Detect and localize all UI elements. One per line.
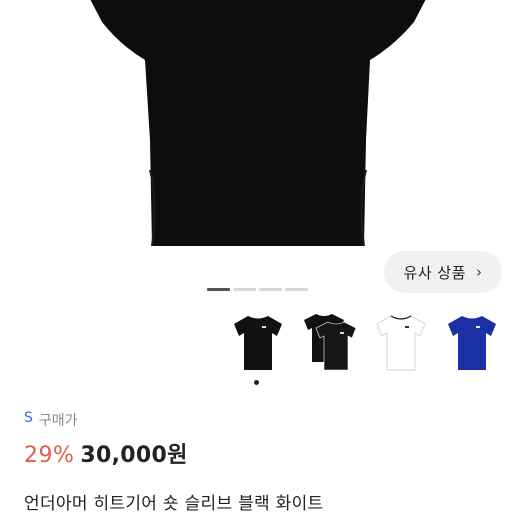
similar-products-button[interactable]: 유사 상품 ›: [384, 251, 502, 293]
purchase-price-label: 구매가: [38, 413, 78, 429]
gallery-indicator-1[interactable]: [207, 288, 230, 291]
product-title: 언더아머 히트기어 숏 슬리브 블랙 화이트: [24, 494, 324, 514]
thumbnail-black-shirt[interactable]: [230, 308, 286, 374]
chevron-right-icon: ›: [475, 263, 483, 281]
selected-thumbnail-dot: [254, 380, 259, 385]
gallery-indicator-2[interactable]: [233, 288, 256, 291]
price: 30,000원: [80, 443, 188, 468]
gallery-indicator-4[interactable]: [285, 288, 308, 291]
price-row: 29% 30,000원: [24, 437, 188, 469]
discount-rate: 29%: [24, 443, 75, 468]
product-main-image[interactable]: [0, 0, 514, 282]
size-label: S: [24, 410, 33, 426]
thumbnail-white-shirt[interactable]: [373, 308, 429, 374]
thumbnail-blue-shirt[interactable]: [444, 308, 500, 374]
thumbnail-black-shirt-pair[interactable]: [302, 308, 358, 374]
purchase-info: S 구매가: [24, 410, 78, 430]
similar-products-label: 유사 상품: [403, 263, 466, 282]
gallery-indicator-3[interactable]: [259, 288, 282, 291]
black-tshirt-image: [90, 0, 426, 247]
